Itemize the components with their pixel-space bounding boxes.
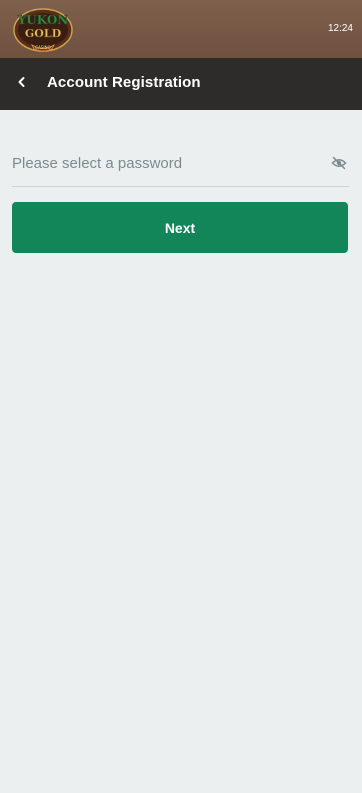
- chevron-left-icon: [18, 77, 25, 87]
- yukon-gold-casino-logo: YUKON GOLD CASINO: [12, 5, 74, 53]
- eye-off-icon: [331, 156, 347, 170]
- app-header: Account Registration: [0, 58, 362, 110]
- logo-text-line3: CASINO: [35, 45, 50, 50]
- logo-text-line2: GOLD: [25, 27, 62, 40]
- next-button[interactable]: Next: [12, 202, 348, 253]
- toggle-password-visibility-button[interactable]: [331, 155, 347, 171]
- password-field: [12, 140, 349, 187]
- logo-text-line1: YUKON: [17, 13, 69, 27]
- back-button[interactable]: [8, 68, 36, 96]
- page-title: Account Registration: [47, 74, 201, 91]
- status-bar: YUKON GOLD CASINO 12:24: [0, 0, 362, 58]
- clock-time: 12:24: [327, 23, 353, 34]
- password-input[interactable]: [12, 150, 312, 176]
